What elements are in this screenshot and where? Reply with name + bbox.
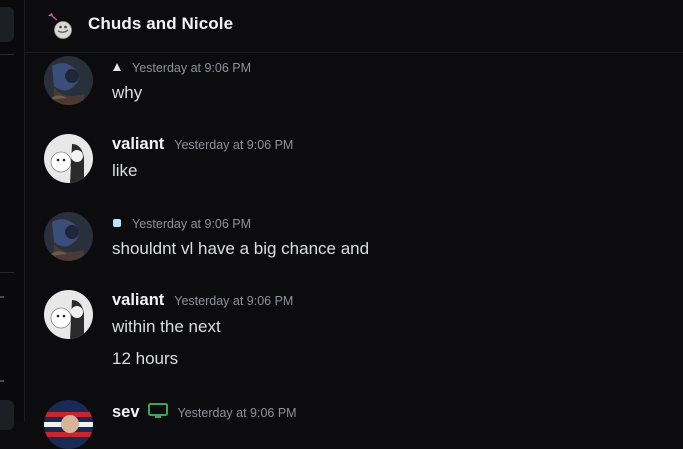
group-dm-icon [44,11,76,43]
sidebar-tick [0,296,4,298]
message-timestamp: Yesterday at 9:06 PM [132,217,252,231]
message-meta: Yesterday at 9:06 PM [112,215,251,231]
username[interactable]: sev [112,403,140,422]
message-timestamp: Yesterday at 9:06 PM [132,61,252,75]
monitor-icon [147,403,168,419]
channel-header: Chuds and Nicole [25,0,683,53]
message-content: 12 hours [112,349,179,368]
message-content: within the next [112,317,221,336]
avatar[interactable] [44,400,93,449]
message-content: like [112,161,138,180]
message-meta: valiant Yesterday at 9:06 PM [112,291,293,310]
sidebar-search[interactable] [0,7,14,42]
sidebar-divider [0,272,14,273]
sidebar-divider [0,54,14,55]
avatar[interactable] [44,290,93,339]
message-meta: Yesterday at 9:06 PM [112,59,251,75]
message-content: shouldnt vl have a big chance and [112,239,370,258]
message-list: Yesterday at 9:06 PM why valiant Yesterd… [25,53,683,449]
avatar[interactable] [44,212,93,261]
username[interactable]: valiant [112,135,164,154]
avatar[interactable] [44,56,93,105]
message-meta: valiant Yesterday at 9:06 PM [112,135,293,154]
sidebar-tick [0,380,4,382]
server-tag-icon [112,215,122,227]
server-tag-icon [112,59,122,71]
message-timestamp: Yesterday at 9:06 PM [177,406,297,420]
sidebar [0,0,25,430]
message-timestamp: Yesterday at 9:06 PM [174,138,294,152]
avatar[interactable] [44,134,93,183]
username[interactable]: valiant [112,291,164,310]
sidebar-bottom-item[interactable] [0,400,14,430]
message-meta: sev Yesterday at 9:06 PM [112,401,297,422]
channel-title: Chuds and Nicole [88,14,234,33]
message-content: why [112,83,143,102]
message-timestamp: Yesterday at 9:06 PM [174,294,294,308]
